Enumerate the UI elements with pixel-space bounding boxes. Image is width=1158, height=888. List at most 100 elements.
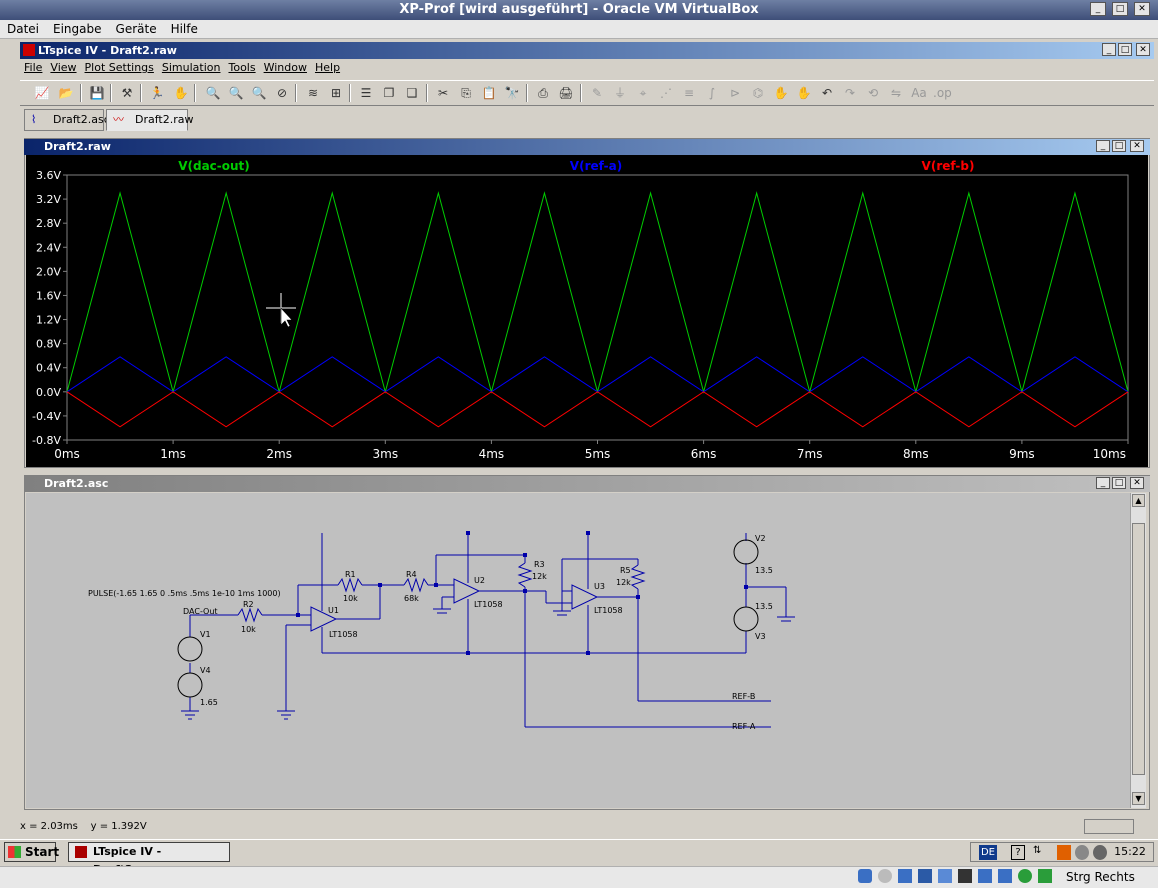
ref-b-label: REF-B <box>732 692 755 701</box>
ground-icon[interactable]: ⏚ <box>611 84 629 102</box>
clock: 15:22 <box>1114 845 1146 858</box>
capacitor-icon[interactable]: ≡ <box>680 84 698 102</box>
raw-maximize-icon[interactable]: □ <box>1112 140 1126 152</box>
plot-area[interactable]: V(dac-out) V(ref-a) V(ref-b) 3.6V 3.2V 2.8… <box>26 155 1148 467</box>
print-setup-icon[interactable]: ⎙ <box>534 84 552 102</box>
zoom-fit-icon[interactable]: ⊘ <box>273 84 291 102</box>
find-icon[interactable]: 🔭 <box>503 84 521 102</box>
zoom-area-icon[interactable]: 🔍 <box>227 84 245 102</box>
mirror-icon[interactable]: ⇋ <box>887 84 905 102</box>
component-icon[interactable]: ⌬ <box>749 84 767 102</box>
y-tick-label: -0.4V <box>32 410 61 423</box>
control-panel-icon[interactable]: ⚒ <box>118 84 136 102</box>
tab-draft2-raw[interactable]: 〰 Draft2.raw <box>106 109 193 131</box>
vbox-menu-geraete[interactable]: Geräte <box>109 20 164 38</box>
tile-vertical-icon[interactable]: ❑ <box>403 84 421 102</box>
start-button[interactable]: Start <box>4 842 59 862</box>
open-icon[interactable]: 📂 <box>57 84 75 102</box>
video-capture-icon[interactable] <box>978 869 992 883</box>
v2-value: 13.5 <box>755 566 773 575</box>
wire-icon[interactable]: ✎ <box>588 84 606 102</box>
resistor-icon[interactable]: ⋰ <box>657 84 675 102</box>
scroll-up-icon[interactable]: ▲ <box>1132 494 1145 507</box>
zoom-in-icon[interactable]: 🔍 <box>204 84 222 102</box>
menu-tools[interactable]: Tools <box>224 60 259 76</box>
cd-icon[interactable] <box>878 869 892 883</box>
halt-icon[interactable]: ✋ <box>172 84 190 102</box>
menu-simulation[interactable]: Simulation <box>158 60 225 76</box>
diode-icon[interactable]: ⊳ <box>726 84 744 102</box>
lang-indicator[interactable]: DE <box>979 845 997 860</box>
host-key-icon[interactable] <box>1038 869 1052 883</box>
menu-help[interactable]: Help <box>311 60 344 76</box>
maximize-icon[interactable]: □ <box>1112 2 1128 16</box>
save-icon[interactable]: 💾 <box>88 84 106 102</box>
new-schematic-icon[interactable]: 📈 <box>33 84 51 102</box>
usb-icon[interactable] <box>918 869 932 883</box>
asc-close-icon[interactable]: ✕ <box>1130 477 1144 489</box>
shared-folders-icon[interactable] <box>938 869 952 883</box>
schematic-canvas[interactable]: PULSE(-1.65 1.65 0 .5ms .5ms 1e-10 1ms 1… <box>26 493 1130 808</box>
waveform-plot[interactable]: V(dac-out) V(ref-a) V(ref-b) 3.6V 3.2V 2.8… <box>26 155 1148 467</box>
spice-directive-icon[interactable]: .op <box>933 84 952 102</box>
copy-icon[interactable]: ⎘ <box>457 84 475 102</box>
help-icon[interactable]: ? <box>1011 845 1025 860</box>
lt-maximize-icon[interactable]: □ <box>1118 43 1132 56</box>
network-icon[interactable] <box>898 869 912 883</box>
text-icon[interactable]: Aa <box>910 84 928 102</box>
close-icon[interactable]: ✕ <box>1134 2 1150 16</box>
tray-volume-icon[interactable] <box>1075 845 1089 860</box>
display-icon[interactable] <box>958 869 972 883</box>
tray-network-icon[interactable] <box>1093 845 1107 860</box>
menu-view[interactable]: View <box>46 60 80 76</box>
move-icon[interactable]: ✋ <box>772 84 790 102</box>
tile-horizontal-icon[interactable]: ☰ <box>357 84 375 102</box>
trace-v-ref-a <box>66 356 1129 393</box>
asc-maximize-icon[interactable]: □ <box>1112 477 1126 489</box>
label-net-icon[interactable]: ⌖ <box>634 84 652 102</box>
run-icon[interactable]: 🏃 <box>148 84 166 102</box>
menu-plot-settings[interactable]: Plot Settings <box>81 60 158 76</box>
lt-close-icon[interactable]: ✕ <box>1136 43 1150 56</box>
scroll-down-icon[interactable]: ▼ <box>1132 792 1145 805</box>
schematic-drawing[interactable]: PULSE(-1.65 1.65 0 .5ms .5ms 1e-10 1ms 1… <box>26 493 1130 808</box>
lt-minimize-icon[interactable]: _ <box>1102 43 1116 56</box>
asc-minimize-icon[interactable]: _ <box>1096 477 1110 489</box>
schematic-window-title: Draft2.asc <box>44 477 109 490</box>
scroll-thumb[interactable] <box>1132 523 1145 775</box>
minimize-icon[interactable]: _ <box>1090 2 1106 16</box>
schematic-scrollbar[interactable]: ▲ ▼ <box>1130 493 1146 808</box>
cut-icon[interactable]: ✂ <box>434 84 452 102</box>
ltspice-title-bar: LTspice IV - Draft2.raw <box>20 42 1154 59</box>
hdd-icon[interactable] <box>858 869 872 883</box>
autorange-icon[interactable]: ≋ <box>304 84 322 102</box>
tray-app-icon[interactable] <box>1057 845 1071 860</box>
print-icon[interactable]: 🖨 <box>557 84 575 102</box>
vbox-menu-hilfe[interactable]: Hilfe <box>164 20 205 38</box>
paste-icon[interactable]: 📋 <box>480 84 498 102</box>
tab-draft2-asc[interactable]: ⌇ Draft2.asc <box>24 109 110 131</box>
pick-visible-traces-icon[interactable]: ⊞ <box>327 84 345 102</box>
rotate-icon[interactable]: ⟲ <box>864 84 882 102</box>
taskbar-item-ltspice[interactable]: LTspice IV - Draft2.raw <box>68 842 230 876</box>
cursor-x-readout: x = 2.03ms <box>20 821 78 832</box>
mouse-integration-icon[interactable] <box>1018 869 1032 883</box>
cpu-icon[interactable] <box>998 869 1012 883</box>
menu-file[interactable]: File <box>20 60 46 76</box>
cascade-icon[interactable]: ❐ <box>380 84 398 102</box>
inductor-icon[interactable]: ∫ <box>703 84 721 102</box>
zoom-out-icon[interactable]: 🔍 <box>250 84 268 102</box>
vbox-menu-eingabe[interactable]: Eingabe <box>46 20 109 38</box>
redo-icon[interactable]: ↷ <box>841 84 859 102</box>
vbox-menu-datei[interactable]: Datei <box>0 20 46 38</box>
x-tick-label: 9ms <box>1009 447 1035 461</box>
y-tick-label: 2.0V <box>36 265 61 278</box>
dac-out-label: DAC-Out <box>183 607 218 616</box>
menu-window[interactable]: Window <box>260 60 311 76</box>
undo-icon[interactable]: ↶ <box>818 84 836 102</box>
raw-minimize-icon[interactable]: _ <box>1096 140 1110 152</box>
u2-label: U2 <box>474 576 485 585</box>
tray-arrow-icon[interactable]: ⇅ <box>1033 845 1041 856</box>
drag-icon[interactable]: ✋ <box>795 84 813 102</box>
raw-close-icon[interactable]: ✕ <box>1130 140 1144 152</box>
